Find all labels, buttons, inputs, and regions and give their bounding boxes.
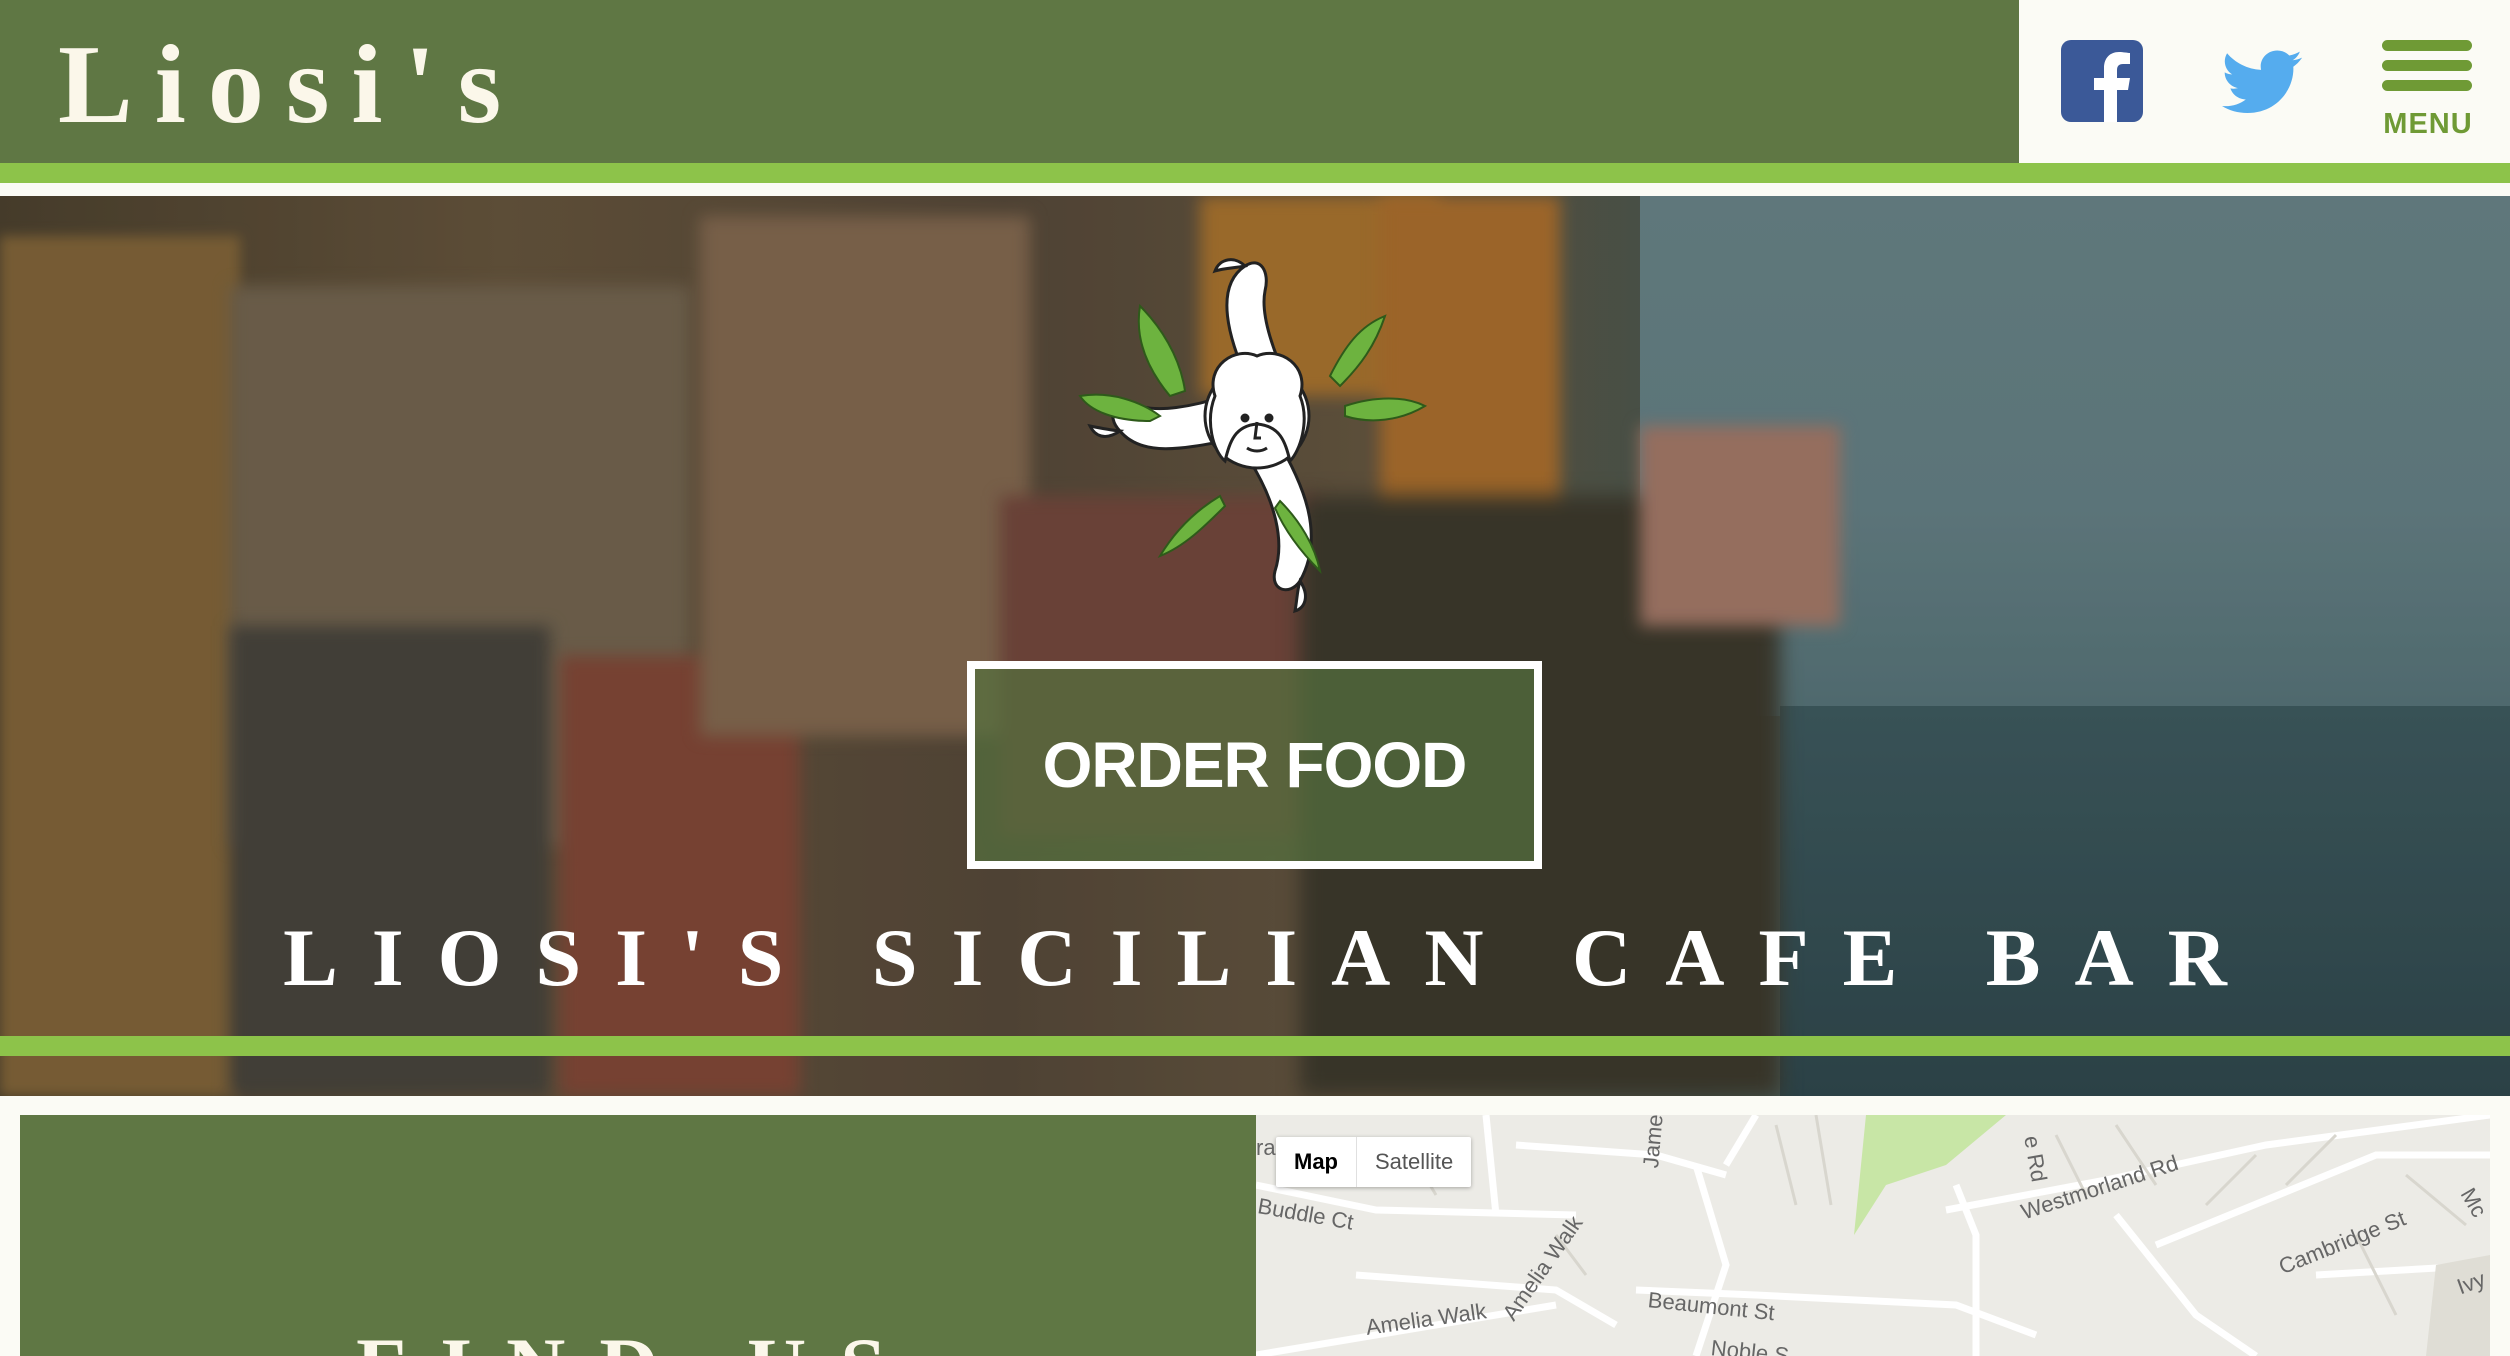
menu-button[interactable]: MENU	[2380, 36, 2480, 146]
facebook-icon[interactable]	[2061, 40, 2143, 122]
map-type-toggle: Map Satellite	[1276, 1137, 1472, 1187]
trinacria-emblem-icon	[1078, 258, 1428, 614]
menu-label: MENU	[2383, 108, 2473, 140]
accent-stripe	[0, 1036, 2510, 1056]
order-food-button[interactable]: ORDER FOOD	[967, 661, 1542, 869]
satellite-view-button[interactable]: Satellite	[1357, 1137, 1471, 1187]
hamburger-bar-icon	[2382, 60, 2472, 71]
hero-tagline: LIOSI'S SICILIAN CAFE BAR	[283, 912, 2261, 1003]
hamburger-bar-icon	[2382, 40, 2472, 51]
site-logo[interactable]: Liosi's	[58, 20, 523, 150]
map-view-button[interactable]: Map	[1276, 1137, 1357, 1187]
accent-stripe	[0, 163, 2510, 183]
find-us-panel: FIND US	[20, 1115, 1256, 1356]
street-label: Jame	[1638, 1115, 1668, 1170]
embedded-map[interactable]: Map Satellite ra Buddle Ct Jame e Rd Wes…	[1256, 1115, 2490, 1356]
order-food-label: ORDER FOOD	[1042, 729, 1468, 801]
hero-banner: ORDER FOOD LIOSI'S SICILIAN CAFE BAR	[0, 196, 2510, 1096]
hamburger-bar-icon	[2382, 80, 2472, 91]
street-label: ra	[1256, 1135, 1276, 1160]
twitter-icon[interactable]	[2222, 50, 2302, 114]
find-us-title: FIND US	[20, 1320, 1256, 1356]
